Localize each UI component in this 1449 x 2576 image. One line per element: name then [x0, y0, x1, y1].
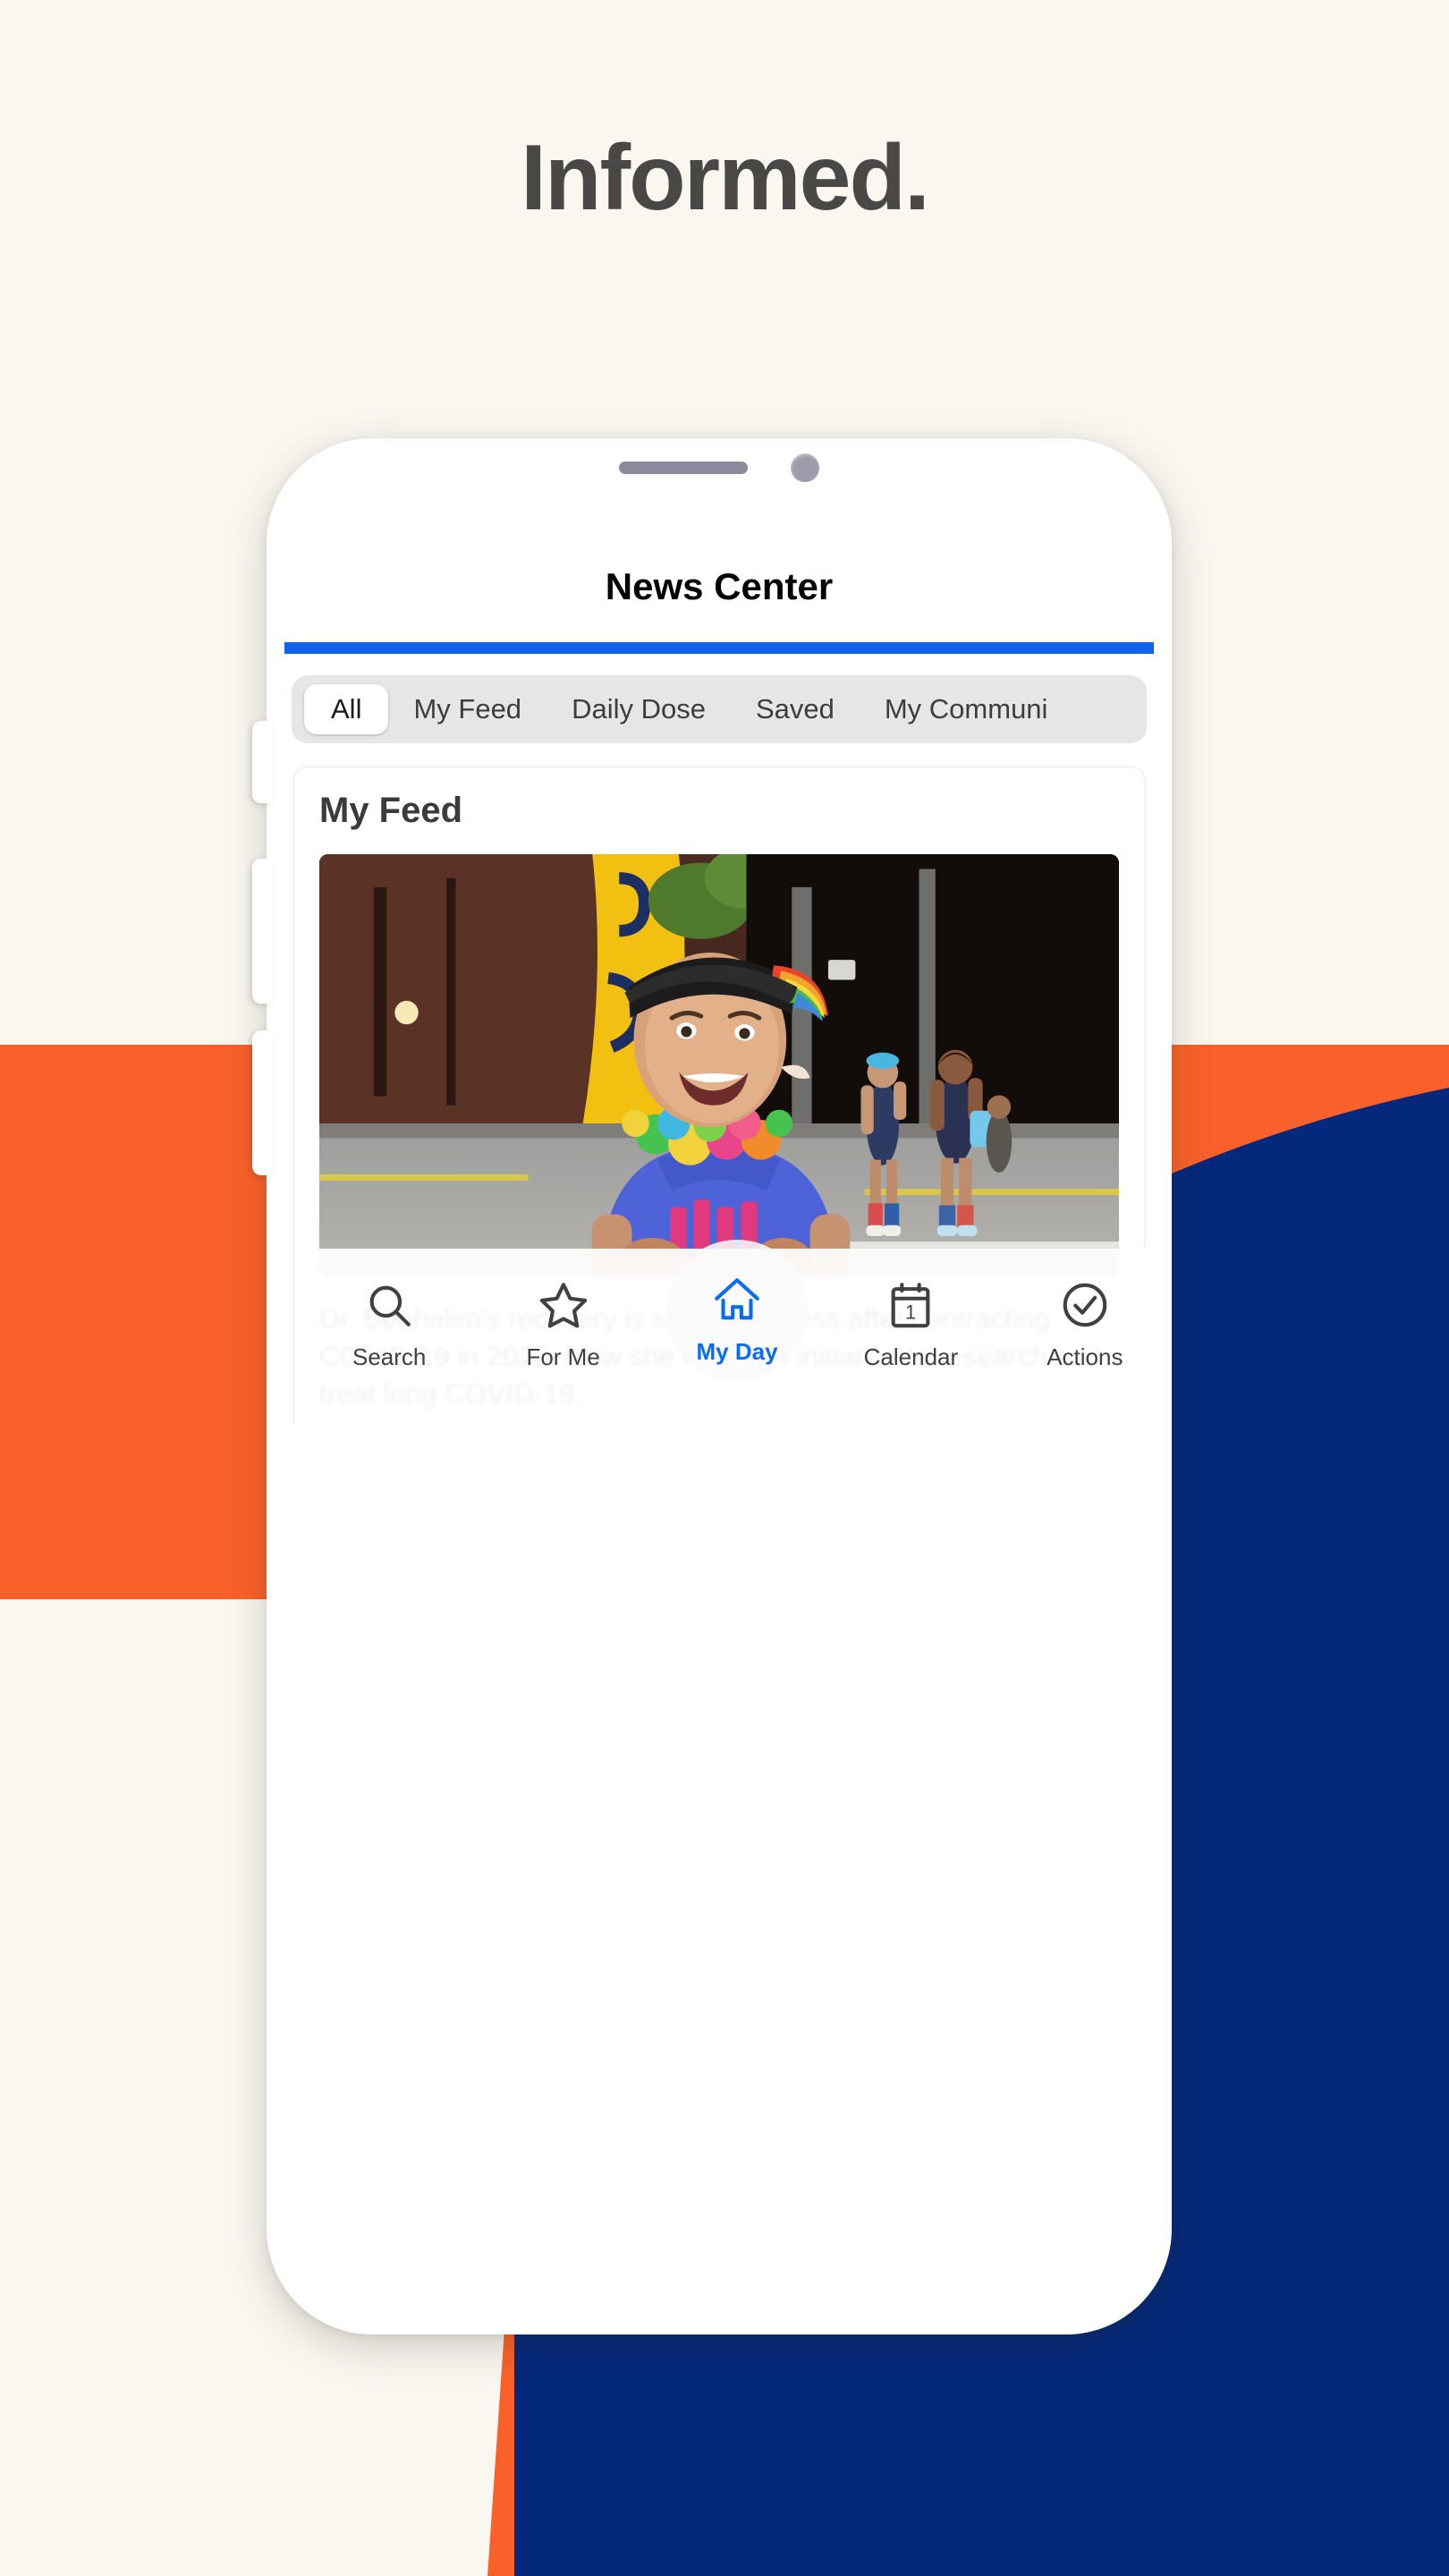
my-feed-title: My Feed — [319, 791, 463, 830]
volume-up-button[interactable] — [252, 859, 272, 1004]
phone-mockup: News Center All My Feed Daily Dose Saved… — [252, 438, 1172, 2334]
search-icon — [369, 1285, 411, 1326]
nav-item-search[interactable]: Search — [302, 1279, 476, 1371]
nav-accent-bar — [284, 642, 1154, 654]
calendar-icon: 1 — [892, 1283, 930, 1328]
tab-my-feed[interactable]: My Feed — [388, 684, 547, 734]
phone-notch — [493, 438, 945, 503]
nav-label-actions: Actions — [1046, 1343, 1123, 1370]
nav-label-my-day: My Day — [696, 1338, 778, 1365]
home-icon — [715, 1278, 759, 1320]
tab-my-communities[interactable]: My Communi — [860, 684, 1073, 734]
nav-label-calendar: Calendar — [863, 1343, 959, 1370]
front-camera-icon — [791, 453, 819, 482]
tab-daily-dose[interactable]: Daily Dose — [547, 684, 731, 734]
nav-item-my-day[interactable]: My Day — [650, 1240, 824, 1381]
svg-text:1: 1 — [905, 1301, 916, 1323]
silent-switch[interactable] — [252, 721, 272, 803]
bottom-navigation-bar[interactable]: Search For Me My Day 1 Calendar Actions — [302, 1240, 1154, 1424]
check-circle-icon — [1063, 1283, 1107, 1327]
volume-down-button[interactable] — [252, 1030, 272, 1175]
nav-item-actions[interactable]: Actions — [998, 1279, 1154, 1371]
speaker-grille-icon — [619, 462, 748, 474]
tab-all[interactable]: All — [304, 684, 389, 734]
nav-label-for-me: For Me — [526, 1343, 600, 1370]
tab-saved[interactable]: Saved — [731, 684, 860, 734]
app-nav-title: News Center — [605, 565, 834, 607]
nav-item-calendar[interactable]: 1 Calendar — [824, 1279, 997, 1371]
page-title: Informed. — [521, 126, 930, 230]
star-icon — [539, 1283, 587, 1328]
nav-item-for-me[interactable]: For Me — [476, 1279, 649, 1371]
hero-article-image[interactable] — [319, 854, 1119, 1277]
category-tab-bar[interactable]: All My Feed Daily Dose Saved My Communi — [292, 675, 1147, 743]
phone-screen: News Center All My Feed Daily Dose Saved… — [284, 454, 1154, 1424]
nav-label-search: Search — [352, 1343, 427, 1370]
